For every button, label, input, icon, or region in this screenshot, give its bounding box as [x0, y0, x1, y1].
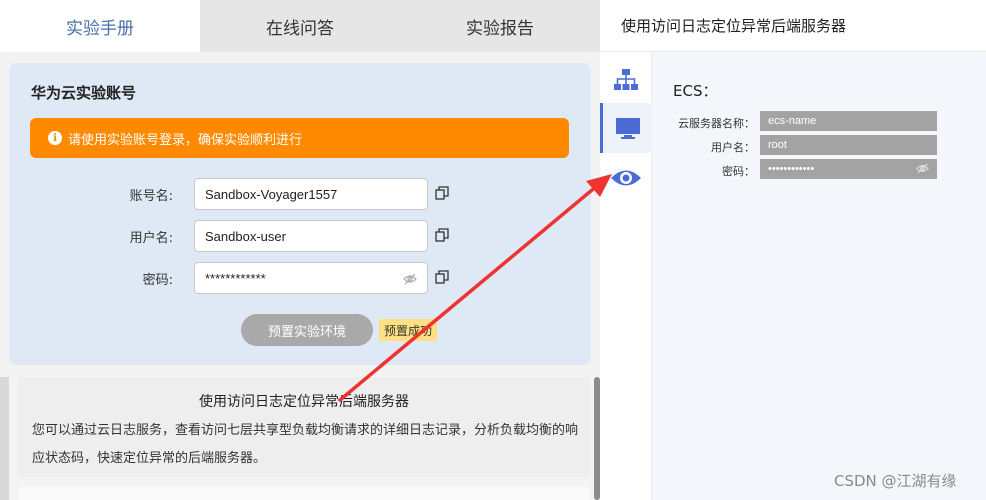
manual-section: 使用访问日志定位异常后端服务器 您可以通过云日志服务，查看访问七层共享型负载均衡…: [18, 377, 590, 477]
eye-icon: [611, 170, 641, 186]
copy-icon[interactable]: [435, 186, 449, 200]
username-row: 用户名: Sandbox-user: [9, 220, 591, 252]
account-card-title: 华为云实验账号: [31, 84, 137, 102]
ecs-password-label: 密码：: [722, 165, 755, 178]
tab-lab-report[interactable]: 实验报告: [400, 0, 600, 52]
eye-off-icon[interactable]: [403, 272, 417, 286]
tab-online-qa[interactable]: 在线问答: [200, 0, 400, 52]
account-name-row: 账号名: Sandbox-Voyager1557: [9, 178, 591, 210]
right-panel-title: 使用访问日志定位异常后端服务器: [600, 0, 986, 52]
username-label: 用户名:: [129, 231, 173, 246]
account-card: 华为云实验账号 i 请使用实验账号登录，确保实验顺利进行 账号名: Sandbo…: [9, 63, 591, 365]
alert-text: 请使用实验账号登录，确保实验顺利进行: [68, 132, 303, 148]
tab-lab-manual[interactable]: 实验手册: [0, 0, 200, 52]
copy-icon[interactable]: [435, 270, 449, 284]
account-name-field[interactable]: Sandbox-Voyager1557: [194, 178, 428, 210]
password-field[interactable]: ************: [194, 262, 428, 294]
username-field[interactable]: Sandbox-user: [194, 220, 428, 252]
tab-bar: 实验手册 在线问答 实验报告: [0, 0, 600, 52]
password-row: 密码: ************: [9, 262, 591, 294]
server-name-value[interactable]: ecs-name: [760, 111, 937, 131]
login-alert: i 请使用实验账号登录，确保实验顺利进行: [30, 118, 569, 158]
info-icon: i: [48, 131, 62, 145]
watermark: CSDN @江湖有缘: [834, 472, 957, 490]
strip-resources[interactable]: [600, 103, 652, 153]
password-label: 密码:: [142, 273, 173, 288]
preset-env-button[interactable]: 预置实验环境: [241, 314, 373, 346]
ecs-panel: ECS： 云服务器名称： ecs-name 用户名： root 密码： ••••…: [652, 52, 986, 500]
left-gutter: [0, 377, 9, 500]
manual-next-block: [18, 487, 590, 500]
strip-preview[interactable]: [600, 153, 652, 203]
ecs-user-value[interactable]: root: [760, 135, 937, 155]
strip-topology[interactable]: [600, 55, 652, 105]
manual-body: 您可以通过云日志服务，查看访问七层共享型负载均衡请求的详细日志记录，分析负载均衡…: [32, 423, 579, 466]
ecs-password-value: ••••••••••••: [768, 163, 815, 175]
icon-strip: [600, 52, 652, 500]
eye-off-icon[interactable]: [916, 162, 929, 175]
account-name-label: 账号名:: [129, 189, 173, 204]
sitemap-icon: [614, 69, 638, 90]
manual-title: 使用访问日志定位异常后端服务器: [199, 394, 409, 410]
status-badge: 预置成功: [379, 319, 438, 341]
ecs-user-label: 用户名：: [711, 141, 755, 154]
ecs-password-field[interactable]: ••••••••••••: [760, 159, 937, 179]
monitor-icon: [615, 118, 640, 139]
password-value: ************: [205, 270, 266, 286]
copy-icon[interactable]: [435, 228, 449, 242]
server-name-label: 云服务器名称：: [678, 117, 755, 130]
ecs-title: ECS：: [673, 82, 718, 100]
